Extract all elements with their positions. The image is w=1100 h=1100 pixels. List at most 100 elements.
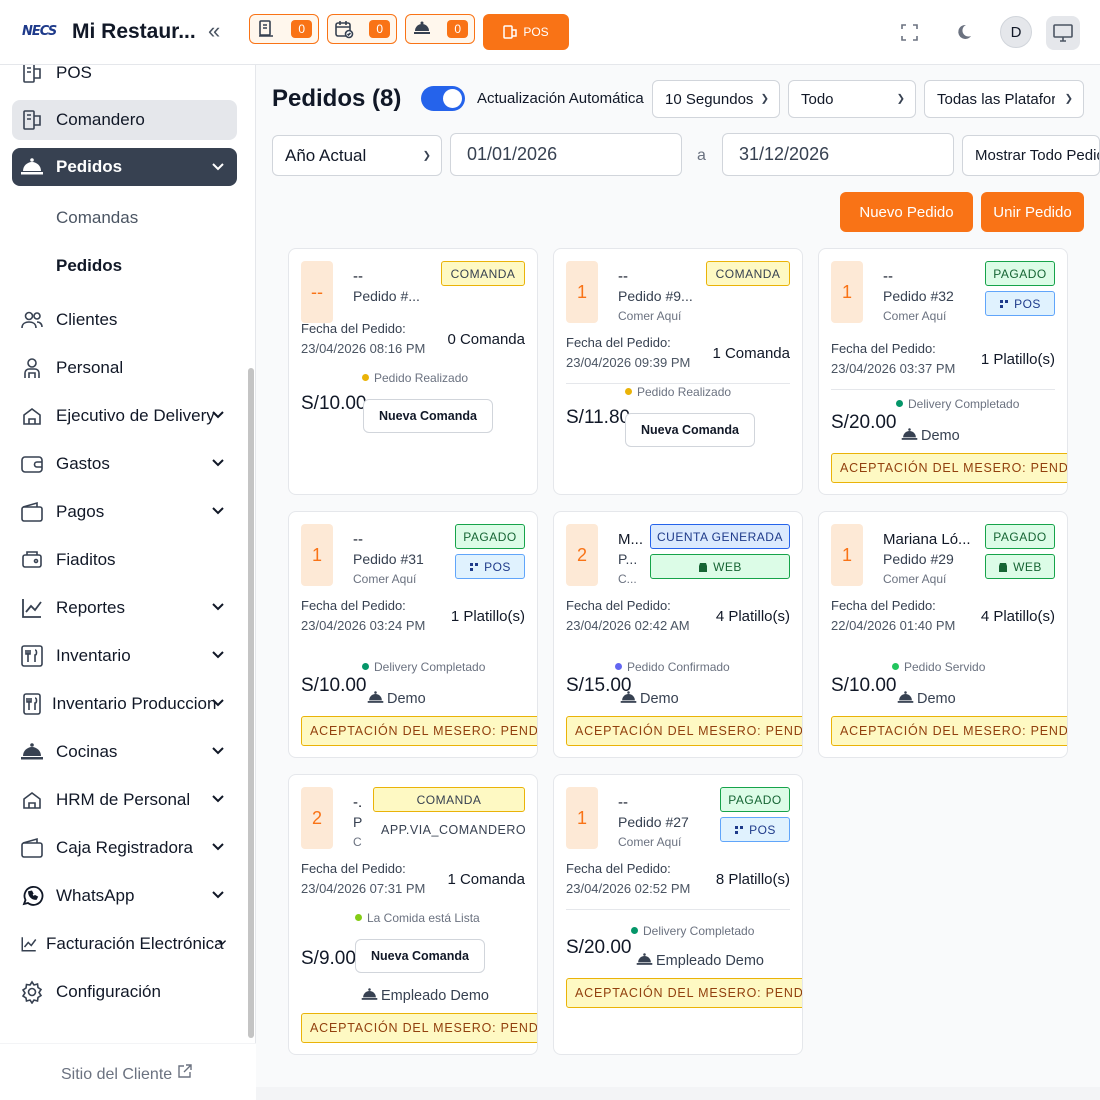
merge-order-button[interactable]: Unir Pedido [981,192,1084,232]
card-divider [566,909,790,910]
platform-select-value: Todas las Plataformas [937,90,1055,108]
order-card[interactable]: 1 -- Pedido #27 Comer Aquí PAGADO POS Fecha de… [553,774,803,1055]
new-comanda-button[interactable]: Nueva Comanda [363,399,493,433]
sidebar-item-pedidos[interactable]: Pedidos [12,148,237,186]
pos-button-label: POS [523,25,549,39]
chevron-down-icon [212,651,224,659]
status-dot [625,388,632,395]
sidebar-item-label: Clientes [56,310,118,329]
order-type: Comer Aquí [618,835,682,849]
sidebar-item-label: Facturación Electrónica [46,934,224,953]
order-card[interactable]: 2 -. P C COMANDA APP.VIA_COMANDERO Fecha del P… [288,774,538,1055]
sidebar-item-pagos[interactable]: Pagos [12,492,237,532]
sidebar-item-whatsapp[interactable]: WhatsApp [12,876,237,916]
chevron-down-icon [212,163,224,171]
date-from-input[interactable]: 01/01/2026 [450,133,682,176]
chevron-down-icon: ❯ [1064,93,1073,105]
order-quantity: 8 Platillo(s) [715,871,790,888]
order-date: 23/04/2026 08:16 PM [301,341,426,356]
sidebar-item-label: POS [56,65,92,82]
order-type: Comer Aquí [353,572,417,586]
sidebar-item-caja[interactable]: Caja Registradora [12,828,237,868]
platform-select[interactable]: Todas las Plataformas ❯ [924,80,1084,118]
order-type: Comer Aquí [883,309,947,323]
order-card[interactable]: 2 M... P... C... CUENTA GENERADA WEB Fecha del… [553,511,803,758]
chevron-down-icon [212,747,224,755]
collapse-sidebar-icon[interactable]: « [208,18,220,44]
type-select-value: Todo [801,90,834,108]
order-card[interactable]: 1 -- Pedido #32 Comer Aquí PAGADO POS Fecha de… [818,248,1068,495]
customer-name: -. [353,794,363,811]
display-toggle-button[interactable] [1046,16,1080,50]
order-status-text: Delivery Completado [908,397,1020,411]
new-comanda-button[interactable]: Nueva Comanda [625,413,755,447]
sidebar-item-ejecutivo-delivery[interactable]: Ejecutivo de Delivery [12,396,237,436]
sidebar-scrollbar[interactable] [248,368,254,1038]
sidebar-item-label: Reportes [56,598,125,617]
auto-update-toggle[interactable] [421,86,465,111]
status-badge: CUENTA GENERADA [650,524,790,549]
pos-icon [735,825,744,834]
sidebar-item-personal[interactable]: Personal [12,348,237,388]
interval-select[interactable]: 10 Segundos ❯ [652,80,780,118]
home-icon [23,792,41,809]
sidebar-item-facturacion[interactable]: Facturación Electrónica [12,924,237,964]
sidebar-item-label: WhatsApp [56,886,135,905]
sidebar-item-reportes[interactable]: Reportes [12,588,237,628]
user-avatar[interactable]: D [1000,16,1032,48]
show-select-value: Mostrar Todo Pedidos [975,147,1099,164]
date-to-input[interactable]: 31/12/2026 [722,133,954,176]
order-card[interactable]: 1 Mariana Ló... Pedido #29 Comer Aquí PAGADO… [818,511,1068,758]
fullscreen-icon[interactable] [901,24,918,41]
sidebar-subitem-comandas[interactable]: Comandas [56,208,138,228]
cloche-icon [21,158,43,175]
status-dot [615,663,622,670]
new-order-button[interactable]: Nuevo Pedido [840,192,973,232]
order-number-badge: 1 [566,261,598,323]
sidebar-item-clientes[interactable]: Clientes [12,300,237,340]
pos-icon [1000,299,1009,308]
sidebar-item-pos[interactable]: POS [12,65,237,93]
order-card[interactable]: 1 -- Pedido #31 Comer Aquí PAGADO POS Fecha de… [288,511,538,758]
sidebar-item-inventario[interactable]: Inventario [12,636,237,676]
sidebar-item-label: Ejecutivo de Delivery [56,406,215,425]
sidebar-item-cocinas[interactable]: Cocinas [12,732,237,772]
reservations-counter-button[interactable]: 0 [327,14,397,44]
waiter-cloche-icon [620,691,637,703]
comandas-counter-button[interactable]: 0 [249,14,319,44]
sidebar-item-label: Inventario Produccion [52,694,217,713]
sidebar-item-configuracion[interactable]: Configuración [12,972,237,1012]
chevron-down-icon [217,940,227,946]
order-status-text: La Comida está Lista [367,911,480,925]
employee-name: Demo [917,691,956,707]
order-id: Pedido #31 [353,551,424,567]
sidebar-item-fiaditos[interactable]: Fiaditos [12,540,237,580]
waiter-acceptance-banner: ACEPTACIÓN DEL MESERO: PENDIENTE [566,978,802,1008]
order-status-text: Pedido Realizado [637,385,732,399]
brand-logo: NECS [22,24,57,39]
date-range-separator: a [697,147,706,164]
sidebar-item-inventario-produccion[interactable]: Inventario Produccion [12,684,237,724]
period-select[interactable]: Año Actual ❯ [272,135,442,176]
customer-name: Mariana Ló... [883,531,971,548]
pos-button[interactable]: POS [483,14,569,50]
client-site-link[interactable]: Sitio del Cliente [61,1063,193,1084]
delivery-counter-button[interactable]: 0 [405,14,475,44]
dark-mode-icon[interactable] [955,24,972,41]
show-select[interactable]: Mostrar Todo Pedidos [962,135,1100,176]
order-quantity: 1 Platillo(s) [450,608,525,625]
sidebar-item-comandero[interactable]: Comandero [12,100,237,140]
order-quantity: 4 Platillo(s) [980,608,1055,625]
customer-name: M... [618,531,642,548]
auto-update-label: Actualización Automática [477,90,644,107]
order-card[interactable]: -- -- Pedido #... COMANDA Fecha del Pedido: 2… [288,248,538,495]
sidebar-subitem-pedidos[interactable]: Pedidos [56,256,122,276]
sidebar-item-gastos[interactable]: Gastos [12,444,237,484]
wallet-icon [21,456,43,473]
platform-label: POS [749,822,776,837]
assigned-employee: Demo [367,689,426,707]
new-comanda-button[interactable]: Nueva Comanda [355,939,485,973]
order-card[interactable]: 1 -- Pedido #9... Comer Aquí COMANDA Fecha de… [553,248,803,495]
type-select[interactable]: Todo ❯ [788,80,916,118]
sidebar-item-hrm[interactable]: HRM de Personal [12,780,237,820]
